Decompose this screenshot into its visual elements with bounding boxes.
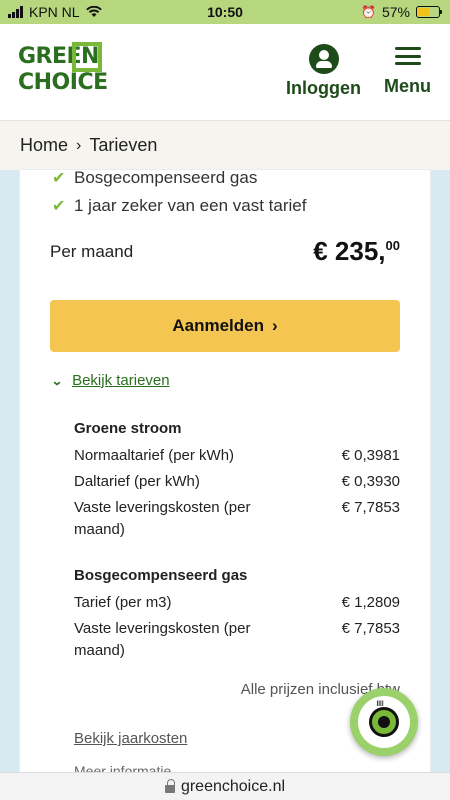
signup-button[interactable]: Aanmelden › xyxy=(50,300,400,352)
url-text: greenchoice.nl xyxy=(180,777,286,795)
tariff-row: Vaste leveringskosten (per maand) € 7,78… xyxy=(74,618,400,662)
monthly-price: € 235,00 xyxy=(313,236,400,267)
price-main: € 235, xyxy=(313,236,386,266)
breadcrumb-home[interactable]: Home xyxy=(20,135,68,156)
annual-costs-link[interactable]: Bekijk jaarkosten xyxy=(74,730,187,747)
view-tariffs-toggle[interactable]: ⌄ Bekijk tarieven xyxy=(50,372,170,389)
battery-percent: 57% xyxy=(381,4,410,20)
status-right: ⏰ 57% xyxy=(361,4,442,20)
site-header: GREEN CHOICE Inloggen Menu xyxy=(0,24,450,120)
tariff-value: € 7,7853 xyxy=(341,620,400,637)
alarm-icon: ⏰ xyxy=(361,5,376,19)
breadcrumb: Home › Tarieven xyxy=(0,120,450,170)
checkmark-icon: ✔ xyxy=(52,170,66,187)
chat-avatar: ıııı xyxy=(358,696,410,748)
gas-tariffs: Bosgecompenseerd gas Tarief (per m3) € 1… xyxy=(74,567,400,666)
tariff-name: Normaaltarief (per kWh) xyxy=(74,447,235,464)
tariff-row: Tarief (per m3) € 1,2809 xyxy=(74,592,400,614)
eye-icon xyxy=(369,707,399,737)
chat-button[interactable]: ıııı xyxy=(350,688,418,756)
chevron-down-icon: ⌄ xyxy=(50,373,64,388)
gas-title: Bosgecompenseerd gas xyxy=(74,567,248,584)
price-decimals: 00 xyxy=(385,238,400,253)
electricity-tariffs: Groene stroom Normaaltarief (per kWh) € … xyxy=(74,420,400,545)
menu-label: Menu xyxy=(384,76,431,96)
tariff-name: Vaste leveringskosten (per maand) xyxy=(74,620,251,659)
tariff-row: Vaste leveringskosten (per maand) € 7,78… xyxy=(74,497,400,541)
signup-label: Aanmelden xyxy=(172,316,264,335)
logo-line2: CHOICE xyxy=(18,70,108,95)
tariff-name: Vaste leveringskosten (per maand) xyxy=(74,499,251,538)
lock-icon xyxy=(164,778,175,793)
chevron-right-icon: › xyxy=(271,316,278,335)
logo-square-icon xyxy=(72,42,102,72)
breadcrumb-current: Tarieven xyxy=(89,135,158,155)
browser-url-bar[interactable]: greenchoice.nl xyxy=(0,772,450,800)
feature-item: ✔ Bosgecompenseerd gas xyxy=(52,168,257,188)
user-icon xyxy=(308,44,339,74)
login-label: Inloggen xyxy=(286,78,361,98)
view-tariffs-label: Bekijk tarieven xyxy=(72,372,170,389)
login-button[interactable]: Inloggen xyxy=(286,44,361,99)
tariff-name: Tarief (per m3) xyxy=(74,594,172,611)
price-label: Per maand xyxy=(50,242,134,261)
tariff-card: ✔ Bosgecompenseerd gas ✔ 1 jaar zeker va… xyxy=(20,168,430,772)
greenchoice-logo[interactable]: GREEN CHOICE xyxy=(18,42,108,104)
feature-label: 1 jaar zeker van een vast tarief xyxy=(74,196,307,215)
tariff-name: Daltarief (per kWh) xyxy=(74,473,200,490)
tariff-row: Normaaltarief (per kWh) € 0,3981 xyxy=(74,445,400,467)
tariff-row: Daltarief (per kWh) € 0,3930 xyxy=(74,471,400,493)
breadcrumb-separator: › xyxy=(76,136,82,154)
more-info-link[interactable]: Meer informatie xyxy=(74,763,171,772)
electricity-title: Groene stroom xyxy=(74,420,182,437)
status-bar: KPN NL 10:50 ⏰ 57% xyxy=(0,0,450,24)
feature-label: Bosgecompenseerd gas xyxy=(74,168,258,187)
tariff-value: € 0,3981 xyxy=(341,447,400,464)
tariff-value: € 7,7853 xyxy=(341,499,400,516)
menu-button[interactable]: Menu xyxy=(384,44,431,97)
feature-item: ✔ 1 jaar zeker van een vast tarief xyxy=(52,196,306,216)
tariff-value: € 0,3930 xyxy=(341,473,400,490)
hamburger-icon xyxy=(394,44,421,68)
battery-icon xyxy=(416,6,442,18)
tariff-value: € 1,2809 xyxy=(341,594,400,611)
checkmark-icon: ✔ xyxy=(52,198,66,215)
